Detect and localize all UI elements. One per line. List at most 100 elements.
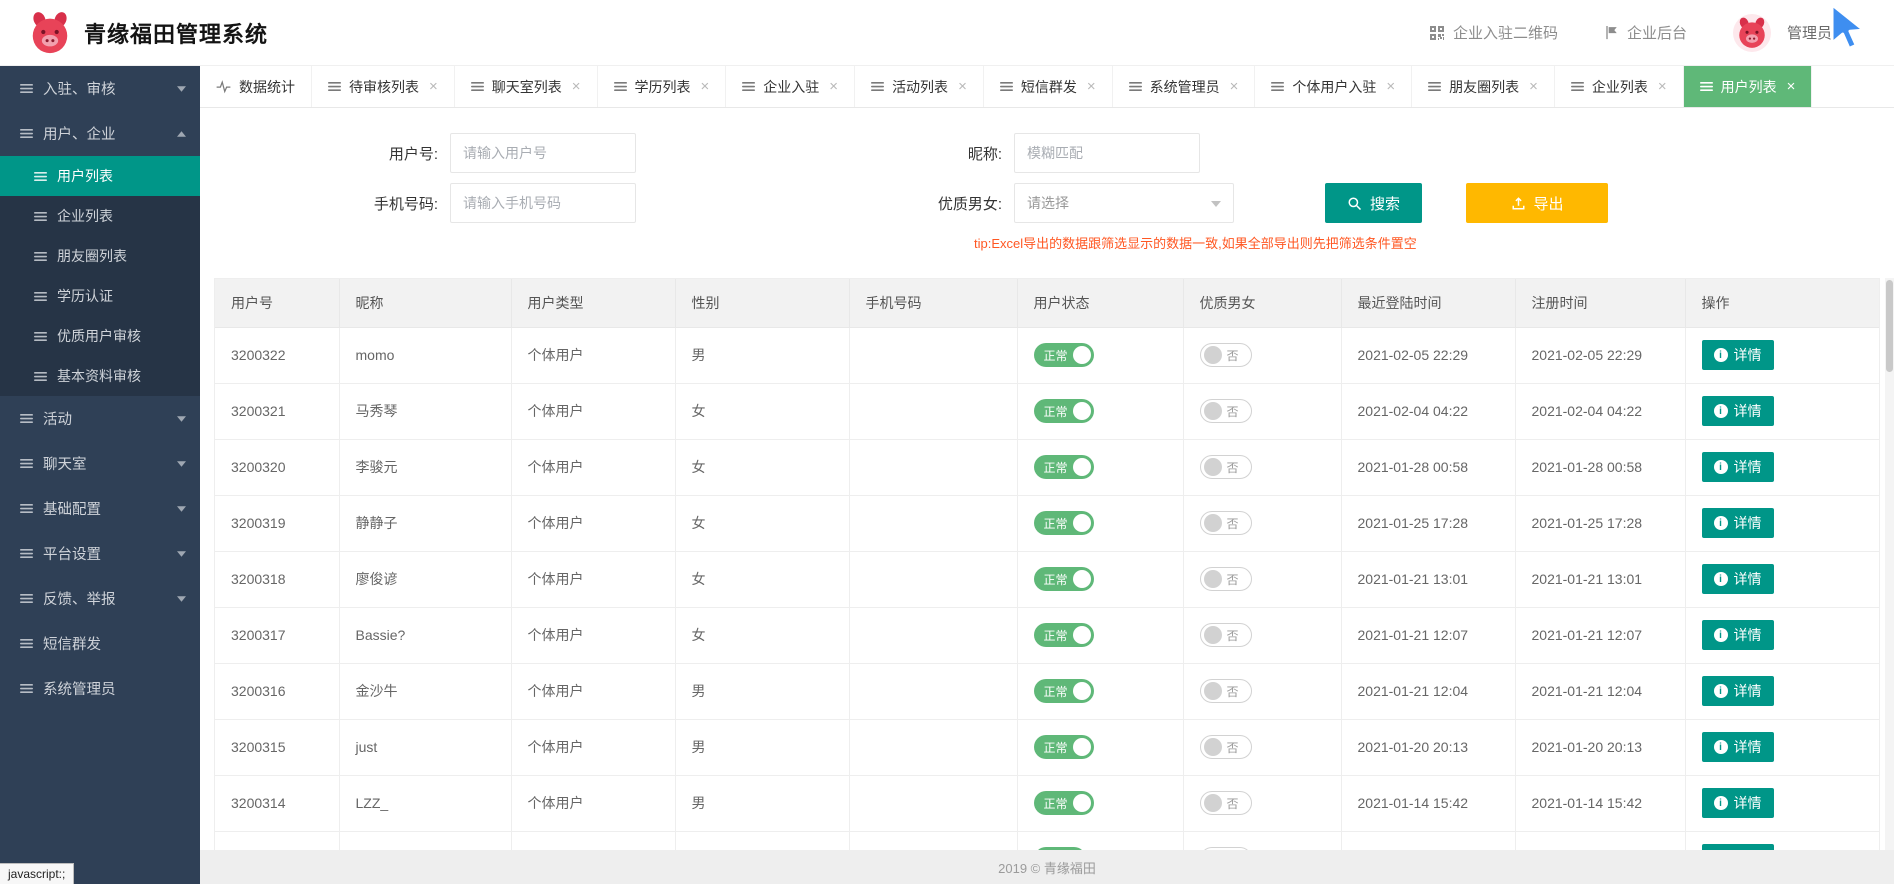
sidebar-item-7[interactable]: 短信群发 xyxy=(0,621,200,666)
user-no-input[interactable] xyxy=(450,133,636,173)
info-icon: i xyxy=(1714,684,1728,698)
close-icon[interactable]: × xyxy=(1230,78,1239,95)
close-icon[interactable]: × xyxy=(1087,78,1096,95)
status-toggle[interactable]: 正常 xyxy=(1034,511,1094,535)
close-icon[interactable]: × xyxy=(429,78,438,95)
tab-5[interactable]: 活动列表× xyxy=(855,66,984,107)
quality-toggle[interactable]: 否 xyxy=(1200,511,1252,535)
detail-button[interactable]: i详情 xyxy=(1702,844,1774,850)
status-toggle[interactable]: 正常 xyxy=(1034,455,1094,479)
tab-7[interactable]: 系统管理员× xyxy=(1113,66,1256,107)
user-no-cell: 3200319 xyxy=(215,495,339,551)
quality-toggle-label: 否 xyxy=(1227,347,1239,364)
sidebar-subitem-2[interactable]: 朋友圈列表 xyxy=(0,236,200,276)
quality-toggle[interactable]: 否 xyxy=(1200,623,1252,647)
quality-toggle[interactable]: 否 xyxy=(1200,455,1252,479)
tab-label: 企业列表 xyxy=(1592,77,1648,97)
tab-10[interactable]: 企业列表 × xyxy=(1555,66,1684,107)
sidebar-subitem-4[interactable]: 优质用户审核 xyxy=(0,316,200,356)
tab-label: 朋友圈列表 xyxy=(1449,77,1519,97)
detail-button[interactable]: i详情 xyxy=(1702,732,1774,762)
info-icon: i xyxy=(1714,460,1728,474)
sidebar-item-2[interactable]: 活动 xyxy=(0,396,200,441)
quality-select[interactable]: 请选择 xyxy=(1014,183,1234,223)
user-no-cell: 3200315 xyxy=(215,719,339,775)
close-icon[interactable]: × xyxy=(1386,78,1395,95)
tab-9[interactable]: 朋友圈列表 × xyxy=(1412,66,1555,107)
sidebar-item-8[interactable]: 系统管理员 xyxy=(0,666,200,711)
status-toggle[interactable] xyxy=(1034,847,1086,850)
admin-label[interactable]: 管理员 xyxy=(1787,22,1832,43)
quality-toggle[interactable]: 否 xyxy=(1200,791,1252,815)
user-type-cell: 个体用户 xyxy=(511,607,675,663)
tab-0[interactable]: 数据统计 xyxy=(200,66,312,107)
sidebar-item-3[interactable]: 聊天室 xyxy=(0,441,200,486)
quality-toggle[interactable]: 否 xyxy=(1200,343,1252,367)
close-icon[interactable]: × xyxy=(1529,78,1538,95)
quality-toggle[interactable] xyxy=(1200,847,1252,850)
sidebar-subitem-5[interactable]: 基本资料审核 xyxy=(0,356,200,396)
sidebar-item-1[interactable]: 用户、企业 xyxy=(0,111,200,156)
status-toggle[interactable]: 正常 xyxy=(1034,343,1094,367)
detail-button-label: 详情 xyxy=(1734,737,1762,757)
phone-cell xyxy=(849,439,1017,495)
detail-button[interactable]: i详情 xyxy=(1702,564,1774,594)
last-login-cell: 2021-01-28 00:58 xyxy=(1341,439,1515,495)
close-icon[interactable]: × xyxy=(572,78,581,95)
quality-toggle[interactable]: 否 xyxy=(1200,679,1252,703)
status-toggle[interactable]: 正常 xyxy=(1034,623,1094,647)
chevron-down-icon xyxy=(177,86,186,92)
sidebar-item-5[interactable]: 平台设置 xyxy=(0,531,200,576)
search-button[interactable]: 搜索 xyxy=(1325,183,1422,223)
detail-button[interactable]: i详情 xyxy=(1702,676,1774,706)
tab-4[interactable]: 企业入驻× xyxy=(726,66,855,107)
detail-button[interactable]: i详情 xyxy=(1702,452,1774,482)
column-header: 优质男女 xyxy=(1183,279,1341,327)
close-icon[interactable]: × xyxy=(1658,78,1667,95)
user-no-cell: 3200317 xyxy=(215,607,339,663)
tab-11-active[interactable]: 用户列表× xyxy=(1684,66,1813,107)
close-icon[interactable]: × xyxy=(701,78,710,95)
list-icon xyxy=(1129,80,1142,93)
sidebar-item-0[interactable]: 入驻、审核 xyxy=(0,66,200,111)
pulse-icon xyxy=(216,79,231,94)
enterprise-backend-link[interactable]: 企业后台 xyxy=(1604,22,1687,43)
list-icon xyxy=(20,547,33,560)
sidebar-item-4[interactable]: 基础配置 xyxy=(0,486,200,531)
status-toggle[interactable]: 正常 xyxy=(1034,679,1094,703)
close-icon[interactable]: × xyxy=(1787,78,1796,95)
sidebar-subitem-1[interactable]: 企业列表 xyxy=(0,196,200,236)
phone-input[interactable] xyxy=(450,183,636,223)
detail-button[interactable]: i详情 xyxy=(1702,396,1774,426)
status-toggle[interactable]: 正常 xyxy=(1034,791,1094,815)
sidebar-item-6[interactable]: 反馈、举报 xyxy=(0,576,200,621)
quality-cell: 否 xyxy=(1183,495,1341,551)
quality-toggle[interactable]: 否 xyxy=(1200,567,1252,591)
tab-3[interactable]: 学历列表× xyxy=(598,66,727,107)
tab-8[interactable]: 个体用户入驻× xyxy=(1255,66,1412,107)
status-toggle[interactable]: 正常 xyxy=(1034,399,1094,423)
sidebar-subitem-0-active[interactable]: 用户列表 xyxy=(0,156,200,196)
scrollbar-thumb[interactable] xyxy=(1886,280,1893,372)
avatar[interactable] xyxy=(1733,14,1771,52)
vertical-scrollbar[interactable] xyxy=(1885,278,1894,850)
tab-1[interactable]: 待审核列表× xyxy=(312,66,455,107)
sidebar-item-label: 用户、企业 xyxy=(43,123,116,144)
export-button[interactable]: 导出 xyxy=(1466,183,1608,223)
detail-button[interactable]: i详情 xyxy=(1702,788,1774,818)
tab-2[interactable]: 聊天室列表× xyxy=(455,66,598,107)
status-toggle[interactable]: 正常 xyxy=(1034,567,1094,591)
detail-button[interactable]: i详情 xyxy=(1702,620,1774,650)
close-icon[interactable]: × xyxy=(829,78,838,95)
nickname-input[interactable] xyxy=(1014,133,1200,173)
detail-button[interactable]: i详情 xyxy=(1702,508,1774,538)
phone-cell xyxy=(849,719,1017,775)
close-icon[interactable]: × xyxy=(958,78,967,95)
status-toggle[interactable]: 正常 xyxy=(1034,735,1094,759)
quality-toggle[interactable]: 否 xyxy=(1200,735,1252,759)
tab-6[interactable]: 短信群发× xyxy=(984,66,1113,107)
sidebar-subitem-3[interactable]: 学历认证 xyxy=(0,276,200,316)
detail-button[interactable]: i详情 xyxy=(1702,340,1774,370)
enterprise-qrcode-link[interactable]: 企业入驻二维码 xyxy=(1429,22,1558,43)
quality-toggle[interactable]: 否 xyxy=(1200,399,1252,423)
